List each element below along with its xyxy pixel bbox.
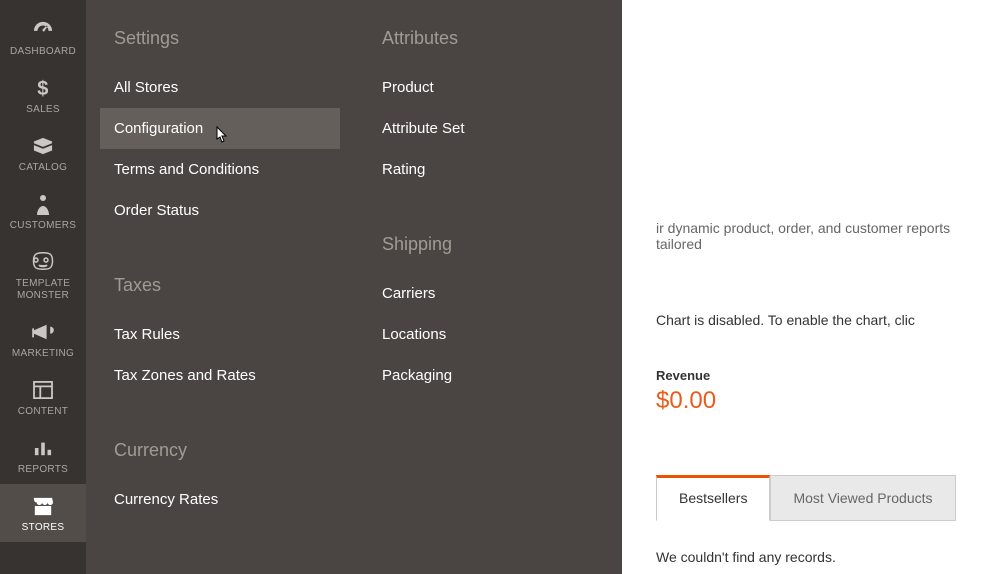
dashboard-tabs: Bestsellers Most Viewed Products: [656, 475, 988, 521]
bars-icon: [0, 436, 86, 460]
currency-heading: Currency: [114, 440, 340, 461]
dashboard-icon: [0, 18, 86, 42]
shipping-heading: Shipping: [382, 234, 608, 255]
nav-dashboard[interactable]: DASHBOARD: [0, 8, 86, 66]
nav-customers[interactable]: CUSTOMERS: [0, 182, 86, 240]
settings-heading: Settings: [114, 28, 340, 49]
menu-locations[interactable]: Locations: [368, 314, 608, 355]
attributes-heading: Attributes: [382, 28, 608, 49]
nav-label: STORES: [0, 522, 86, 534]
menu-tax-rules[interactable]: Tax Rules: [100, 314, 340, 355]
admin-sidebar: DASHBOARD $ SALES CATALOG CUSTOMERS TEMP…: [0, 0, 86, 574]
dollar-icon: $: [0, 76, 86, 100]
nav-label: MARKETING: [0, 348, 86, 360]
nav-label: CATALOG: [0, 162, 86, 174]
menu-product[interactable]: Product: [368, 67, 608, 108]
nav-marketing[interactable]: MARKETING: [0, 310, 86, 368]
nav-reports[interactable]: REPORTS: [0, 426, 86, 484]
empty-records-message: We couldn't find any records.: [656, 549, 988, 565]
taxes-heading: Taxes: [114, 275, 340, 296]
nav-label: CONTENT: [0, 406, 86, 418]
menu-all-stores[interactable]: All Stores: [100, 67, 340, 108]
nav-stores[interactable]: STORES: [0, 484, 86, 542]
nav-content[interactable]: CONTENT: [0, 368, 86, 426]
menu-carriers[interactable]: Carriers: [368, 273, 608, 314]
menu-attribute-set[interactable]: Attribute Set: [368, 108, 608, 149]
tab-most-viewed[interactable]: Most Viewed Products: [770, 475, 955, 521]
person-icon: [0, 192, 86, 216]
tab-bestsellers[interactable]: Bestsellers: [656, 475, 770, 521]
stores-flyout: Settings All Stores Configuration Terms …: [86, 0, 622, 574]
nav-label: CUSTOMERS: [0, 220, 86, 232]
nav-sales[interactable]: $ SALES: [0, 66, 86, 124]
menu-order-status[interactable]: Order Status: [100, 190, 340, 231]
menu-tax-zones-rates[interactable]: Tax Zones and Rates: [100, 355, 340, 396]
menu-currency-rates[interactable]: Currency Rates: [100, 479, 340, 520]
menu-packaging[interactable]: Packaging: [368, 355, 608, 396]
menu-terms-and-conditions[interactable]: Terms and Conditions: [100, 149, 340, 190]
megaphone-icon: [0, 320, 86, 344]
revenue-label: Revenue: [656, 368, 988, 383]
nav-label: SALES: [0, 104, 86, 116]
store-icon: [0, 494, 86, 518]
reports-hint: ir dynamic product, order, and customer …: [656, 220, 988, 252]
nav-label: DASHBOARD: [0, 46, 86, 58]
flyout-column-2: Attributes Product Attribute Set Rating …: [354, 0, 622, 574]
nav-label: TEMPLATE MONSTER: [0, 278, 86, 302]
chart-disabled-message: Chart is disabled. To enable the chart, …: [656, 312, 988, 328]
revenue-value: $0.00: [656, 387, 988, 415]
menu-rating[interactable]: Rating: [368, 149, 608, 190]
nav-template-monster[interactable]: TEMPLATE MONSTER: [0, 240, 86, 310]
layout-icon: [0, 378, 86, 402]
monster-icon: [0, 250, 86, 274]
box-icon: [0, 134, 86, 158]
nav-catalog[interactable]: CATALOG: [0, 124, 86, 182]
flyout-column-1: Settings All Stores Configuration Terms …: [86, 0, 354, 574]
svg-text:$: $: [37, 78, 48, 99]
menu-configuration[interactable]: Configuration: [100, 108, 340, 149]
nav-label: REPORTS: [0, 464, 86, 476]
